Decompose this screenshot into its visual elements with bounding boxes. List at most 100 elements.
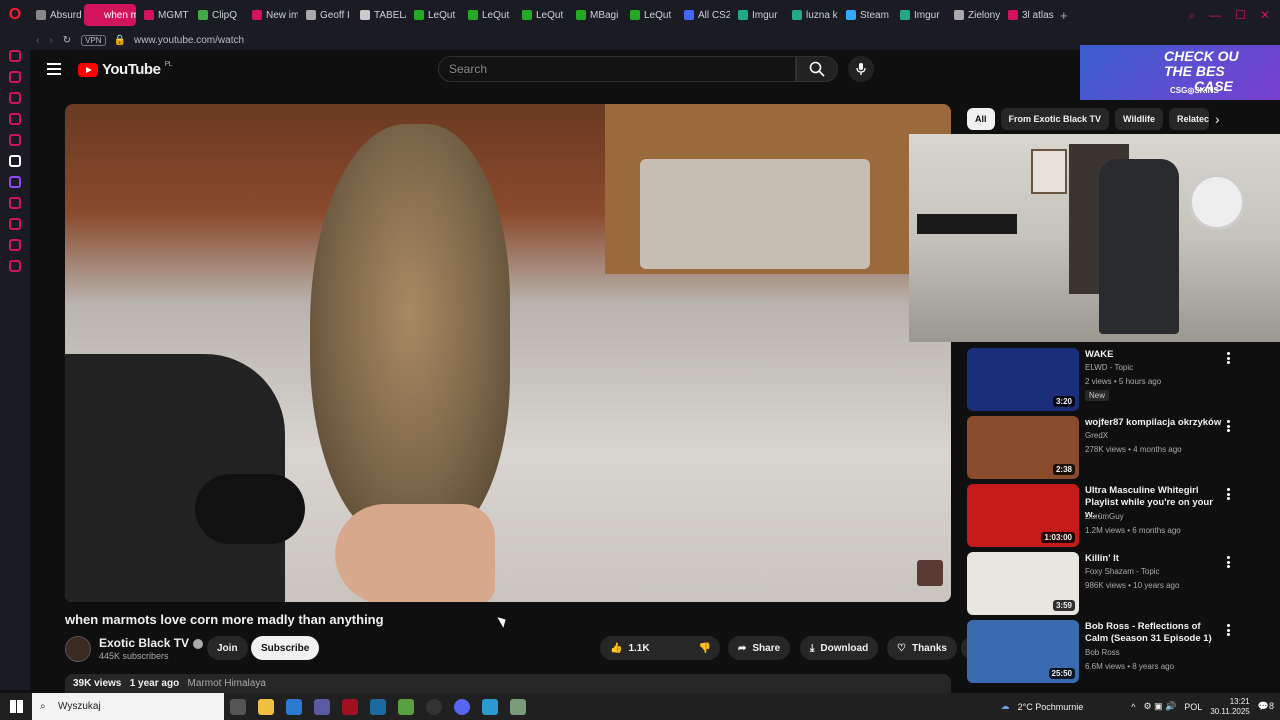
- browser-tab[interactable]: Steam: [840, 4, 892, 26]
- sidebar-settings-icon[interactable]: [9, 260, 21, 272]
- recommendation-channel[interactable]: Bob Ross: [1085, 648, 1120, 657]
- close-window-icon[interactable]: ✕: [1260, 8, 1270, 22]
- browser-tab[interactable]: MBagi: [570, 4, 622, 26]
- video-player[interactable]: [65, 104, 951, 602]
- sidebar-store-icon[interactable]: [9, 92, 21, 104]
- recommendation-channel[interactable]: ELWD - Topic: [1085, 363, 1133, 372]
- recommendation-channel[interactable]: Foxy Shazam - Topic: [1085, 567, 1160, 576]
- sidebar-aria-icon[interactable]: [9, 71, 21, 83]
- file-explorer-icon[interactable]: [258, 698, 274, 715]
- chevron-right-icon[interactable]: ›: [1215, 111, 1220, 127]
- recommendation-item[interactable]: 2:38 wojfer87 kompilacja okrzyków GredX 278…: [967, 416, 1267, 480]
- recommendation-item[interactable]: 3:59 Killin' It Foxy Shazam - Topic 986K vi…: [967, 552, 1267, 616]
- reload-icon[interactable]: ↻: [63, 35, 71, 46]
- like-button[interactable]: 👍 1.1K: [600, 636, 690, 660]
- dislike-button[interactable]: 👎: [690, 636, 720, 660]
- recommendation-channel[interactable]: GredX: [1085, 431, 1108, 440]
- tray-chevron-icon[interactable]: ^: [1131, 702, 1135, 712]
- browser-tab[interactable]: 3l atlas: [1002, 4, 1054, 26]
- thanks-button[interactable]: ♡ Thanks: [887, 636, 957, 660]
- weather-icon[interactable]: ☁: [1001, 701, 1010, 712]
- new-tab-icon[interactable]: +: [1060, 8, 1068, 23]
- app-icon[interactable]: [398, 698, 414, 715]
- recommendation-title[interactable]: Killin' It: [1085, 553, 1225, 565]
- forward-icon[interactable]: ›: [49, 35, 52, 46]
- ad-banner[interactable]: CHECK OU THE BES CASE CSG◎SKINS: [1080, 45, 1280, 100]
- back-icon[interactable]: ‹: [36, 35, 39, 46]
- sidebar-tiktok-icon[interactable]: [9, 155, 21, 167]
- discord-taskbar-icon[interactable]: [454, 698, 470, 715]
- browser-tab[interactable]: ClipQ: [192, 4, 244, 26]
- menu-icon[interactable]: [47, 63, 61, 75]
- more-options-icon[interactable]: [1227, 624, 1231, 636]
- tray-icons[interactable]: ⚙ ▣ 🔊: [1144, 701, 1177, 712]
- browser-tab[interactable]: LeQut: [624, 4, 676, 26]
- browser-tab[interactable]: Zielony: [948, 4, 1000, 26]
- browser-tab[interactable]: TABEL/: [354, 4, 406, 26]
- video-tag[interactable]: Marmot Himalaya: [188, 678, 266, 689]
- minimize-icon[interactable]: —: [1209, 8, 1221, 22]
- more-options-icon[interactable]: [1227, 420, 1231, 432]
- chip-wildlife[interactable]: Wildlife: [1115, 108, 1163, 130]
- windows-start-icon[interactable]: [10, 700, 23, 713]
- browser-tab[interactable]: Absurd: [30, 4, 82, 26]
- chip-related[interactable]: Relatec: [1168, 108, 1209, 130]
- opera-taskbar-icon[interactable]: [342, 698, 358, 715]
- browser-tab[interactable]: Imgur: [732, 4, 784, 26]
- browser-tab[interactable]: New im: [246, 4, 298, 26]
- app-icon[interactable]: [482, 698, 498, 715]
- sidebar-extensions-icon[interactable]: [9, 239, 21, 251]
- chip-all[interactable]: All: [967, 108, 995, 130]
- vpn-badge[interactable]: VPN: [81, 34, 106, 46]
- obs-taskbar-icon[interactable]: [426, 698, 442, 715]
- video-thumbnail[interactable]: 3:59: [967, 552, 1079, 615]
- more-options-icon[interactable]: [1227, 352, 1231, 364]
- channel-watermark-icon[interactable]: [917, 560, 943, 586]
- steam-taskbar-icon[interactable]: [370, 698, 386, 715]
- sidebar-reload-icon[interactable]: [9, 50, 21, 62]
- url-field[interactable]: www.youtube.com/watch: [134, 35, 244, 46]
- search-button[interactable]: [796, 56, 838, 82]
- app-icon[interactable]: [510, 698, 526, 715]
- share-button[interactable]: ➦ Share: [728, 636, 791, 660]
- subscribe-button[interactable]: Subscribe: [251, 636, 320, 660]
- browser-tab[interactable]: Geoff I: [300, 4, 352, 26]
- more-options-icon[interactable]: [1227, 488, 1231, 500]
- weather-text[interactable]: 2°C Pochmurnie: [1018, 702, 1084, 712]
- video-thumbnail[interactable]: 2:38: [967, 416, 1079, 479]
- browser-tab[interactable]: LeQut: [516, 4, 568, 26]
- app-icon[interactable]: [314, 698, 330, 715]
- browser-tab[interactable]: All CS2: [678, 4, 730, 26]
- chip-from-channel[interactable]: From Exotic Black TV: [1000, 108, 1110, 130]
- recommendation-item[interactable]: 25:50 Bob Ross - Reflections of Calm (Sea…: [967, 620, 1267, 684]
- browser-tab[interactable]: luzna k: [786, 4, 838, 26]
- sidebar-music-icon[interactable]: [9, 113, 21, 125]
- video-thumbnail[interactable]: 1:03:00: [967, 484, 1079, 547]
- browser-tab[interactable]: MGMT: [138, 4, 190, 26]
- sidebar-history-icon[interactable]: [9, 218, 21, 230]
- channel-name[interactable]: Exotic Black TV: [99, 636, 204, 650]
- browser-tab[interactable]: LeQut: [408, 4, 460, 26]
- recommendation-item[interactable]: 1:03:00 Ultra Masculine Whitegirl Playlis…: [967, 484, 1267, 548]
- recommendation-title[interactable]: Bob Ross - Reflections of Calm (Season 3…: [1085, 621, 1225, 645]
- maximize-icon[interactable]: ☐: [1235, 8, 1246, 22]
- sidebar-twitch-icon[interactable]: [9, 176, 21, 188]
- browser-tab[interactable]: when mar: [84, 4, 136, 26]
- browser-tab[interactable]: LeQut: [462, 4, 514, 26]
- taskbar-search-input[interactable]: ⌕ Wyszukaj: [32, 693, 224, 720]
- sidebar-mail-icon[interactable]: [9, 134, 21, 146]
- youtube-logo[interactable]: YouTube PL: [78, 61, 172, 78]
- sidebar-play-icon[interactable]: [9, 197, 21, 209]
- recommendation-title[interactable]: WAKE: [1085, 349, 1225, 361]
- join-button[interactable]: Join: [207, 636, 248, 660]
- more-options-icon[interactable]: [1227, 556, 1231, 568]
- recommendation-item[interactable]: 3:20 WAKE ELWD - Topic 2 views • 5 hours ag…: [967, 348, 1267, 412]
- opera-logo-icon[interactable]: O: [0, 0, 30, 30]
- channel-avatar[interactable]: [65, 636, 91, 662]
- app-icon[interactable]: [286, 698, 302, 715]
- microphone-button[interactable]: [848, 56, 874, 82]
- download-button[interactable]: ⤓ Download: [800, 636, 879, 660]
- description-box[interactable]: 39K views 1 year ago Marmot Himalaya: [65, 674, 951, 694]
- recommendation-title[interactable]: wojfer87 kompilacja okrzyków: [1085, 417, 1225, 429]
- search-input[interactable]: Search: [438, 56, 796, 82]
